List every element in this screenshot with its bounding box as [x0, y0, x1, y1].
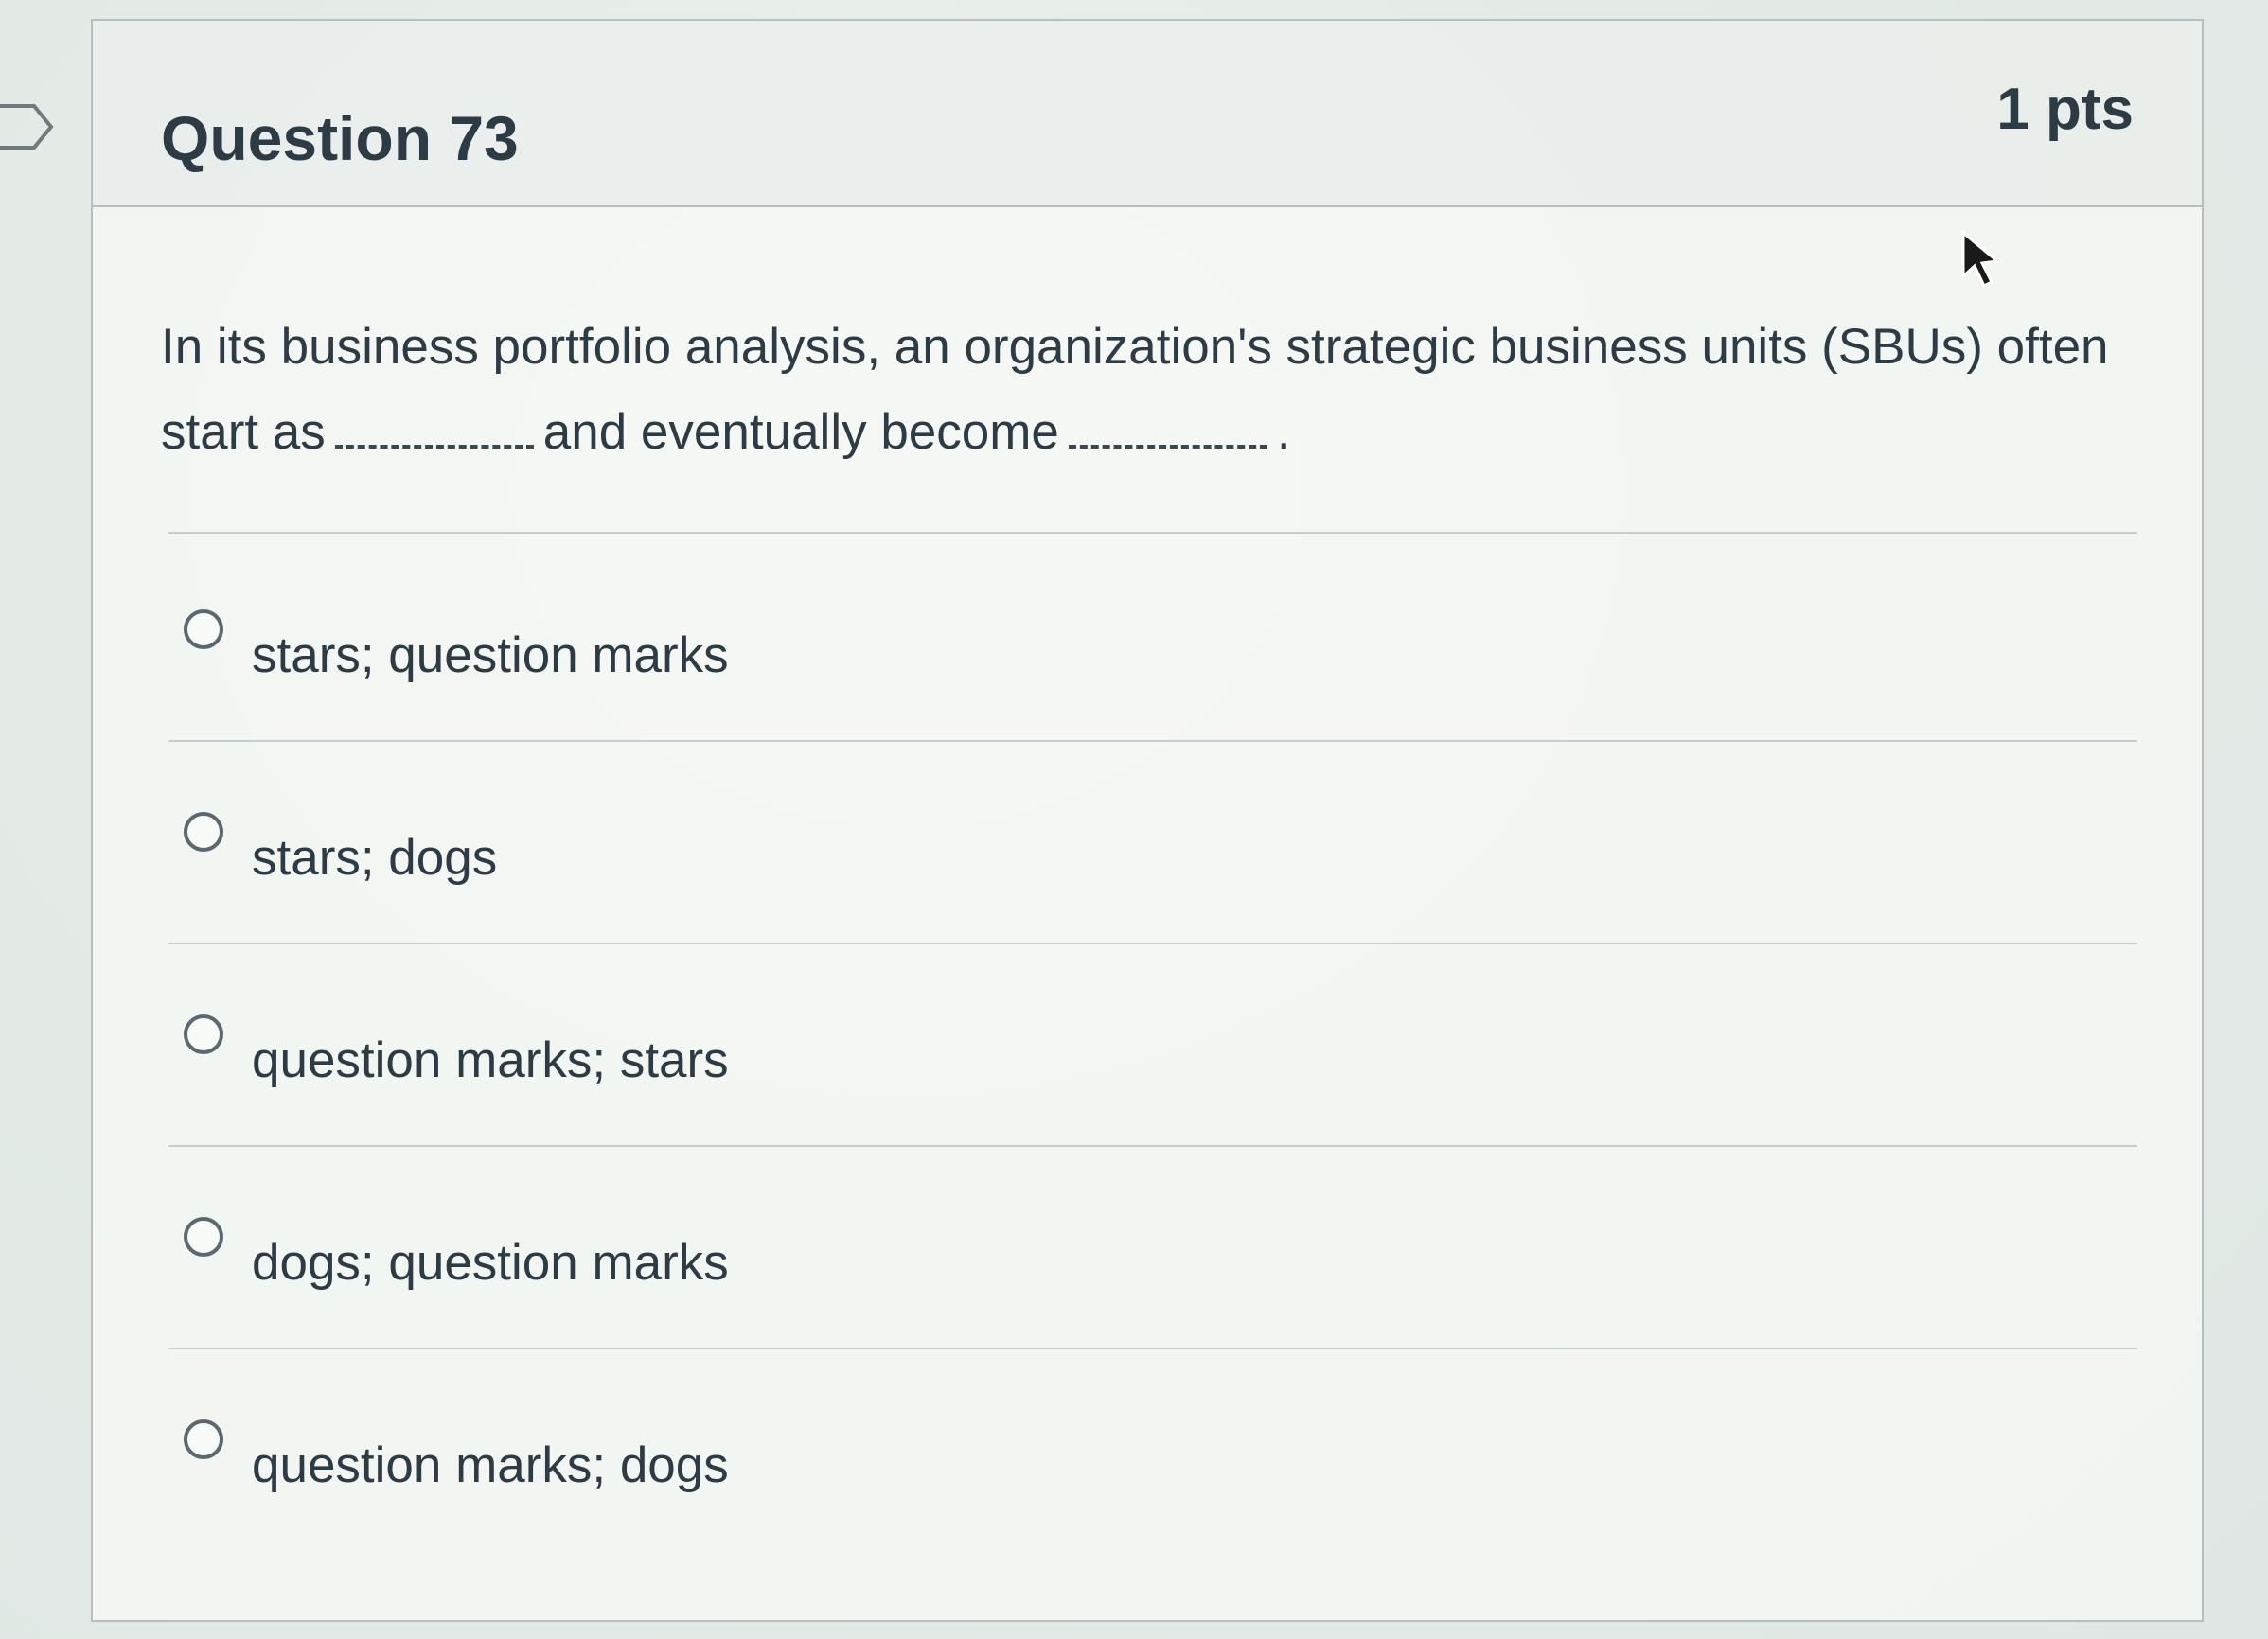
question-title: Question 73	[161, 103, 519, 173]
question-text-end: .	[1276, 404, 1291, 460]
question-body: In its business portfolio analysis, an o…	[161, 305, 2149, 475]
answer-label: dogs; question marks	[252, 1235, 729, 1291]
answer-label: stars; question marks	[252, 627, 729, 683]
answer-label: question marks; dogs	[252, 1437, 729, 1493]
answer-label: stars; dogs	[252, 830, 498, 886]
radio-unselected-icon[interactable]	[184, 609, 223, 649]
bookmark-flag-icon[interactable]	[0, 102, 57, 151]
answer-option-4[interactable]: dogs; question marks	[184, 1217, 2134, 1331]
answer-divider	[168, 740, 2137, 742]
answer-divider	[168, 1348, 2137, 1349]
question-card: Question 73 1 pts In its business portfo…	[91, 19, 2204, 1622]
question-text-part2: and eventually become	[542, 404, 1059, 460]
answer-divider	[168, 1145, 2137, 1147]
radio-unselected-icon[interactable]	[184, 1217, 223, 1257]
answer-option-2[interactable]: stars; dogs	[184, 812, 2134, 925]
mouse-pointer-icon	[1961, 229, 2001, 289]
answer-label: question marks; stars	[252, 1032, 729, 1088]
radio-unselected-icon[interactable]	[184, 1014, 223, 1054]
question-header: Question 73 1 pts	[93, 21, 2202, 207]
answers-top-divider	[168, 532, 2137, 534]
blank-2	[1068, 426, 1267, 449]
answer-option-5[interactable]: question marks; dogs	[184, 1419, 2134, 1533]
blank-1	[334, 426, 534, 449]
question-points: 1 pts	[1996, 77, 2134, 142]
radio-unselected-icon[interactable]	[184, 812, 223, 852]
radio-unselected-icon[interactable]	[184, 1419, 223, 1459]
answer-option-3[interactable]: question marks; stars	[184, 1014, 2134, 1128]
question-text: In its business portfolio analysis, an o…	[161, 305, 2149, 475]
answer-divider	[168, 943, 2137, 944]
answer-option-1[interactable]: stars; question marks	[184, 609, 2134, 723]
